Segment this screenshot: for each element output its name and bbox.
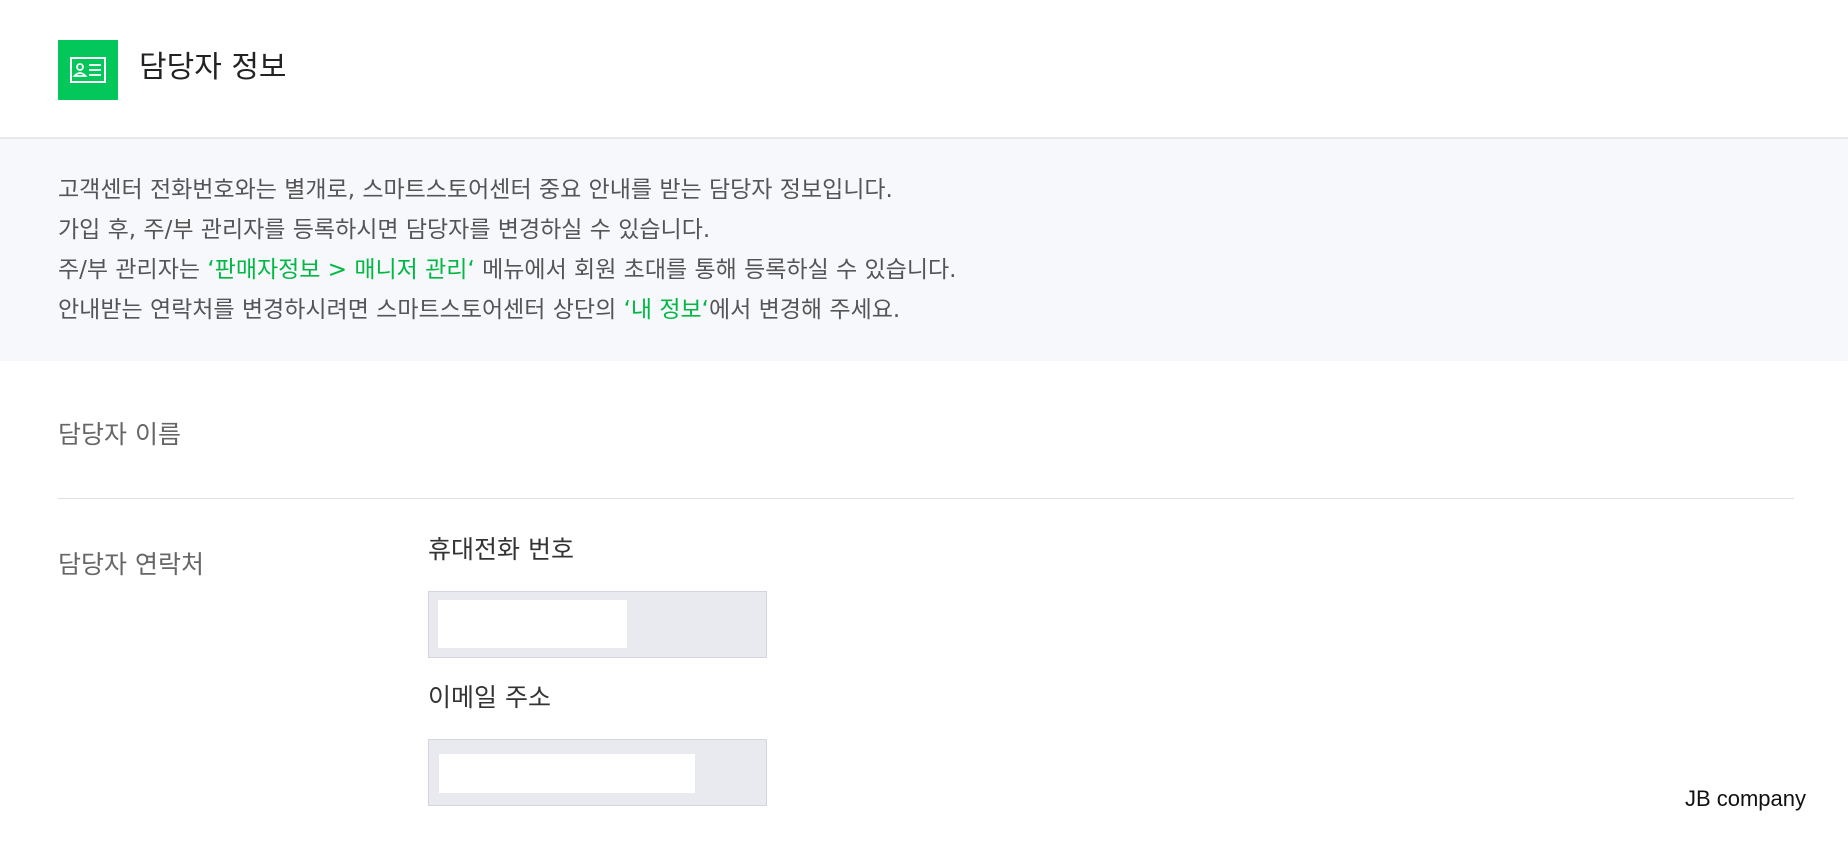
email-input[interactable]	[439, 754, 695, 793]
notice-line-3-prefix: 주/부 관리자는	[58, 257, 208, 283]
phone-field	[428, 591, 767, 658]
notice-line-2: 가입 후, 주/부 관리자를 등록하시면 담당자를 변경하실 수 있습니다.	[58, 217, 711, 243]
phone-input[interactable]	[438, 600, 627, 648]
contact-card-icon	[58, 40, 118, 100]
company-name: JB company	[1684, 786, 1806, 811]
notice-box: 고객센터 전화번호와는 별개로, 스마트스토어센터 중요 안내를 받는 담당자 …	[0, 139, 1848, 361]
my-info-highlight: ‘내 정보‘	[623, 297, 709, 323]
phone-label: 휴대전화 번호	[428, 535, 574, 564]
notice-line-3-suffix: 메뉴에서 회원 초대를 통해 등록하실 수 있습니다.	[474, 257, 957, 283]
manager-name-label: 담당자 이름	[58, 420, 181, 449]
page-title: 담당자 정보	[139, 50, 287, 85]
notice-line-4: 안내받는 연락처를 변경하시려면 스마트스토어센터 상단의 ‘내 정보‘에서 변…	[58, 290, 1848, 330]
notice-line-3: 주/부 관리자는 ‘판매자정보 > 매니저 관리‘ 메뉴에서 회원 초대를 통해…	[58, 250, 1848, 290]
notice-line-4-suffix: 에서 변경해 주세요.	[708, 297, 901, 323]
manager-menu-highlight: ‘판매자정보 > 매니저 관리‘	[207, 257, 475, 283]
manager-contact-label: 담당자 연락처	[58, 550, 204, 579]
email-label: 이메일 주소	[428, 683, 551, 712]
page-header: 담당자 정보	[0, 0, 1848, 139]
email-field	[428, 739, 767, 806]
section-divider	[58, 498, 1794, 499]
notice-line-4-prefix: 안내받는 연락처를 변경하시려면 스마트스토어센터 상단의	[58, 297, 624, 323]
notice-line-1: 고객센터 전화번호와는 별개로, 스마트스토어센터 중요 안내를 받는 담당자 …	[58, 177, 893, 203]
